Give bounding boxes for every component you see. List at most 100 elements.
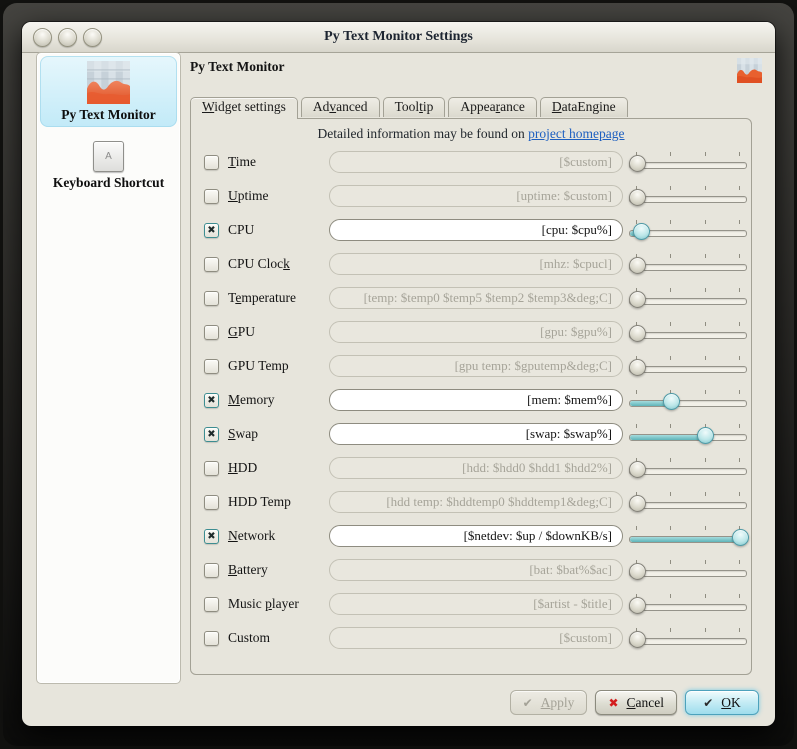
slider-tick [705,288,706,292]
hdd-temp-label: HDD Temp [228,494,291,510]
slider-tick [670,628,671,632]
slider-tick [670,356,671,360]
battery-input [329,559,623,581]
row-music-player: Music player [191,587,751,621]
slider-tick [739,322,740,326]
slider-tick [705,526,706,530]
slider-tick [705,322,706,326]
uptime-checkbox[interactable] [204,189,219,204]
battery-checkbox[interactable] [204,563,219,578]
slider-handle[interactable] [629,461,646,478]
slider-tick [739,390,740,394]
gpu-checkbox[interactable] [204,325,219,340]
tab-widget-settings[interactable]: Widget settings [190,97,298,119]
cpu-slider[interactable] [629,217,747,243]
cpu-clock-checkbox[interactable] [204,257,219,272]
slider-tick [705,390,706,394]
network-label: Network [228,528,275,544]
gpu-temp-label: GPU Temp [228,358,289,374]
network-input[interactable] [329,525,623,547]
slider-handle[interactable] [629,359,646,376]
time-checkbox[interactable] [204,155,219,170]
cpu-clock-label: CPU Clock [228,256,290,272]
slider-handle[interactable] [697,427,714,444]
window-button-2[interactable] [58,28,77,47]
slider-handle[interactable] [633,223,650,240]
tab-tooltip[interactable]: Tooltip [383,97,446,117]
music-player-slider [629,591,747,617]
hdd-temp-checkbox[interactable] [204,495,219,510]
apply-button-label: Apply [541,695,575,711]
keyboard-key-label: A [105,151,112,162]
tab-advanced[interactable]: Advanced [301,97,380,117]
slider-tick [739,594,740,598]
hdd-temp-input [329,491,623,513]
sidebar-item-keyboard-shortcut[interactable]: A Keyboard Shortcut [37,130,180,195]
memory-checkbox[interactable]: ✖ [204,393,219,408]
slider-handle[interactable] [629,495,646,512]
memory-input[interactable] [329,389,623,411]
temperature-checkbox[interactable] [204,291,219,306]
cancel-button-label: Cancel [627,695,665,711]
slider-tick [670,288,671,292]
slider-handle[interactable] [732,529,749,546]
slider-track [629,638,747,645]
slider-handle[interactable] [629,189,646,206]
swap-checkbox[interactable]: ✖ [204,427,219,442]
ok-check-icon: ✔ [703,696,713,710]
info-line: Detailed information may be found on pro… [191,126,751,142]
swap-slider[interactable] [629,421,747,447]
slider-track [629,604,747,611]
slider-handle[interactable] [629,563,646,580]
slider-handle[interactable] [629,257,646,274]
slider-tick [739,356,740,360]
slider-tick [739,628,740,632]
swap-input[interactable] [329,423,623,445]
gpu-temp-input [329,355,623,377]
gpu-temp-checkbox[interactable] [204,359,219,374]
cpu-input[interactable] [329,219,623,241]
info-text: Detailed information may be found on [317,126,528,141]
slider-track [629,264,747,271]
rows-container: Time Uptime ✖ [191,145,751,655]
slider-tick [705,152,706,156]
music-player-checkbox[interactable] [204,597,219,612]
window-button-1[interactable] [33,28,52,47]
tab-appearance[interactable]: Appearance [448,97,536,117]
memory-slider[interactable] [629,387,747,413]
titlebar[interactable]: Py Text Monitor Settings [22,22,775,53]
cancel-cross-icon: ✖ [608,696,618,710]
slider-tick [670,594,671,598]
slider-tick [705,594,706,598]
sidebar-item-py-text-monitor[interactable]: Py Text Monitor [40,56,177,127]
project-homepage-link[interactable]: project homepage [528,126,624,141]
slider-tick [705,254,706,258]
slider-handle[interactable] [629,631,646,648]
custom-checkbox[interactable] [204,631,219,646]
slider-tick [636,390,637,394]
ok-button[interactable]: ✔ OK [685,690,759,715]
tab-label: Widget settings [202,99,286,114]
cpu-label: CPU [228,222,254,238]
network-checkbox[interactable]: ✖ [204,529,219,544]
tab-dataengine[interactable]: DataEngine [540,97,628,117]
slider-handle[interactable] [629,291,646,308]
slider-handle[interactable] [629,155,646,172]
sidebar-item-label: Keyboard Shortcut [53,175,164,191]
window-button-3[interactable] [83,28,102,47]
py-text-monitor-header-icon [737,58,762,83]
checkmark-icon: ✖ [207,224,215,237]
slider-handle[interactable] [629,597,646,614]
slider-track [629,570,747,577]
network-slider[interactable] [629,523,747,549]
slider-handle[interactable] [629,325,646,342]
slider-tick [705,458,706,462]
sidebar-item-label: Py Text Monitor [61,107,156,123]
cpu-checkbox[interactable]: ✖ [204,223,219,238]
slider-handle[interactable] [663,393,680,410]
checkmark-icon: ✖ [207,530,215,543]
apply-button: ✔ Apply [510,690,588,715]
hdd-checkbox[interactable] [204,461,219,476]
slider-tick [670,560,671,564]
cancel-button[interactable]: ✖ Cancel [595,690,677,715]
